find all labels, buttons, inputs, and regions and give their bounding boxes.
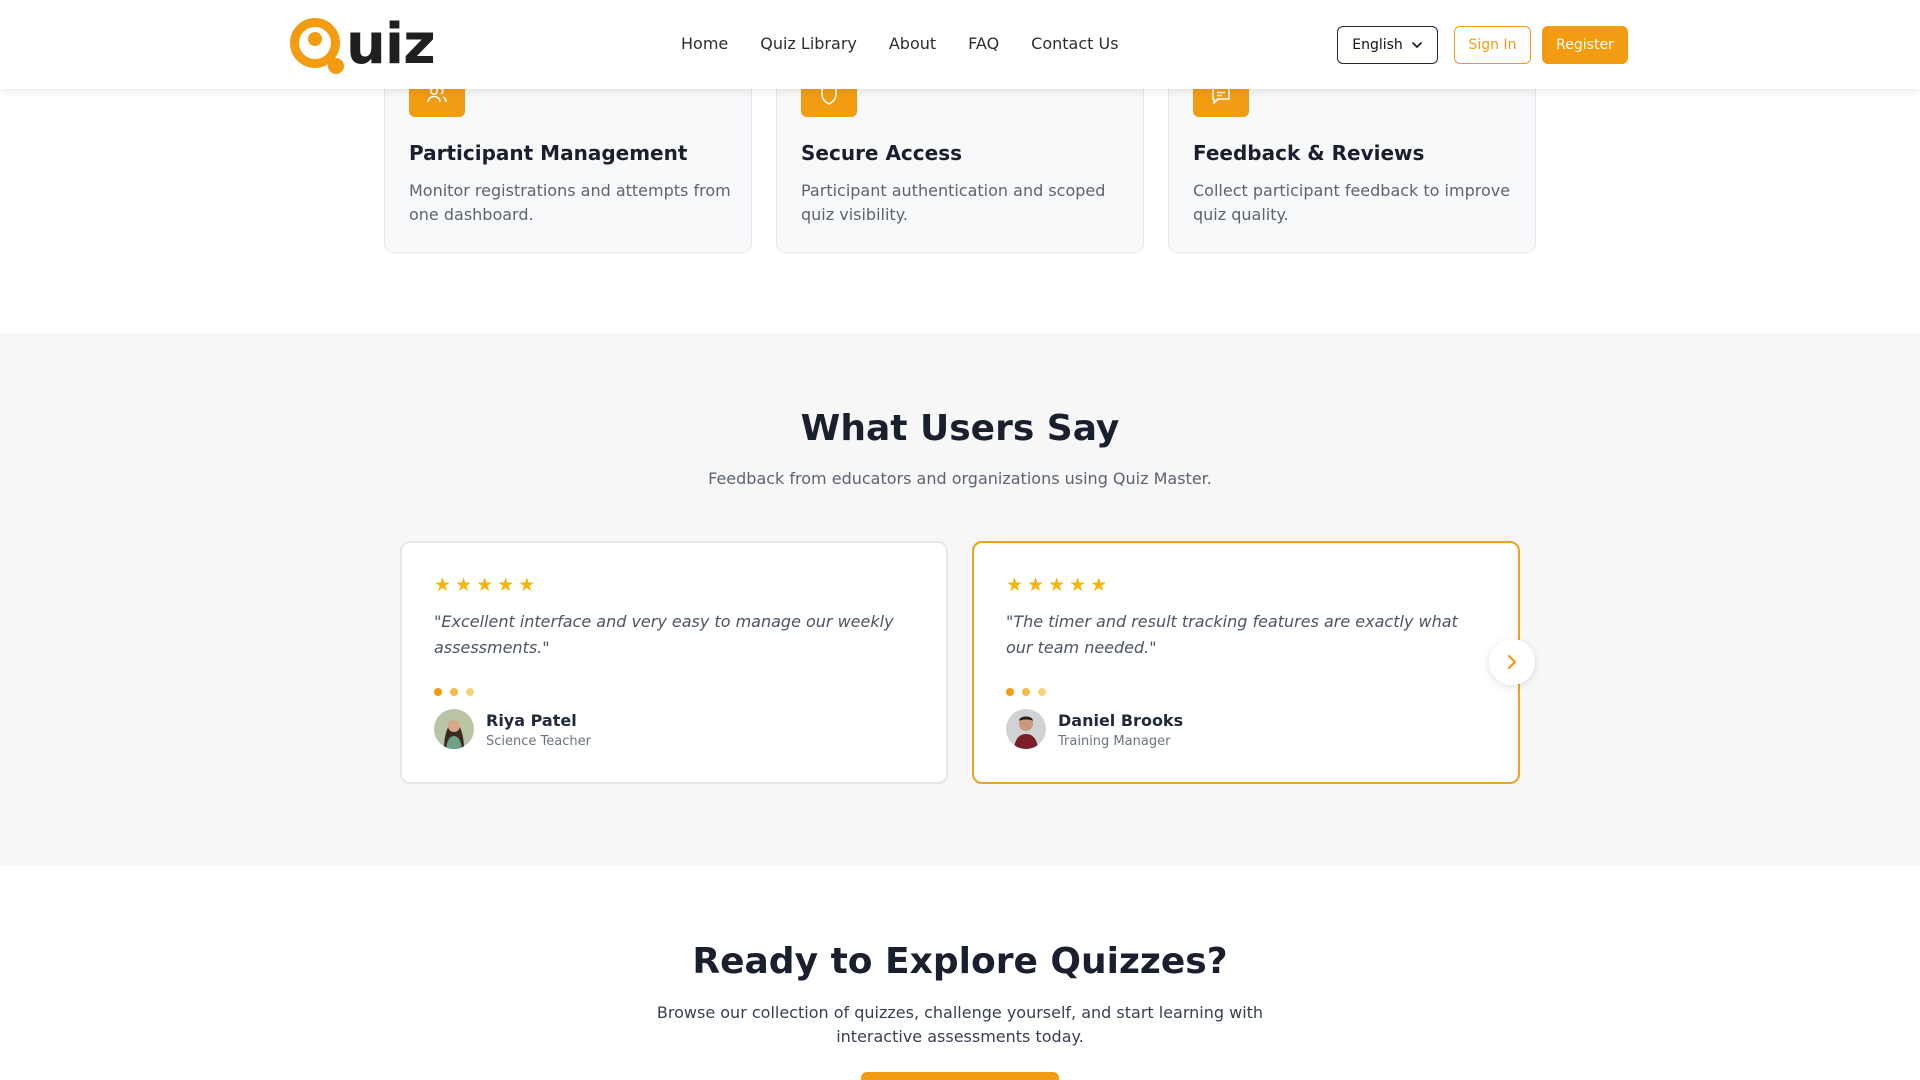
star-icon: ★ [497,574,515,596]
register-button[interactable]: Register [1542,26,1628,64]
feature-title: Secure Access [801,141,963,165]
author-role: Training Manager [1058,734,1171,749]
site-header: uiz Home Quiz Library About FAQ Contact … [0,0,1920,89]
star-icon: ★ [1069,574,1087,596]
testimonials-subtitle: Feedback from educators and organization… [708,469,1212,488]
feature-title: Feedback & Reviews [1193,141,1425,165]
feature-description: Monitor registrations and attempts from … [409,181,731,224]
dot [1038,688,1046,696]
testimonials-title: What Users Say [800,408,1120,449]
avatar [434,709,474,749]
author-name: Daniel Brooks [1058,711,1184,730]
cta-button[interactable] [861,1072,1059,1080]
star-icon: ★ [1090,574,1108,596]
carousel-next-button[interactable] [1489,639,1535,685]
testimonial-quote: "Excellent interface and very easy to ma… [434,612,894,657]
logo-q-icon [290,18,344,74]
feature-description: Collect participant feedback to improve … [1193,181,1511,224]
star-icon: ★ [1027,574,1045,596]
avatar [1006,709,1046,749]
cta-subtitle: Browse our collection of quizzes, challe… [656,1003,1264,1046]
nav-about[interactable]: About [889,30,936,58]
dot [450,688,458,696]
rating-stars: ★ ★ ★ ★ ★ [434,575,535,595]
language-select[interactable]: English [1337,26,1438,64]
dot [1006,688,1014,696]
chevron-down-icon [1411,42,1422,49]
star-icon: ★ [1006,574,1024,596]
star-icon: ★ [434,574,452,596]
language-label: English [1352,37,1403,53]
feature-description: Participant authentication and scoped qu… [801,181,1106,224]
star-icon: ★ [476,574,494,596]
feature-title: Participant Management [409,141,688,165]
nav-quiz-library[interactable]: Quiz Library [760,30,857,58]
chevron-right-icon [1507,654,1517,670]
decorative-dots [434,688,474,696]
quiz-logo[interactable]: uiz [290,12,436,77]
testimonial-card-active: ★ ★ ★ ★ ★ "The timer and result tracking… [972,541,1520,784]
main-nav: Home Quiz Library About FAQ Contact Us [681,30,1119,58]
testimonials-section: What Users Say Feedback from educators a… [0,333,1920,865]
star-icon: ★ [455,574,473,596]
author-name: Riya Patel [486,711,577,730]
nav-home[interactable]: Home [681,30,728,58]
logo-text: uiz [346,12,436,77]
decorative-dots [1006,688,1046,696]
dot [434,688,442,696]
nav-faq[interactable]: FAQ [968,30,999,58]
rating-stars: ★ ★ ★ ★ ★ [1006,575,1107,595]
author-role: Science Teacher [486,734,591,749]
testimonial-card: ★ ★ ★ ★ ★ "Excellent interface and very … [400,541,948,784]
star-icon: ★ [518,574,536,596]
dot [466,688,474,696]
dot [1022,688,1030,696]
testimonial-quote: "The timer and result tracking features … [1006,612,1458,657]
nav-contact-us[interactable]: Contact Us [1031,30,1118,58]
star-icon: ★ [1048,574,1066,596]
sign-in-button[interactable]: Sign In [1454,26,1531,64]
cta-title: Ready to Explore Quizzes? [692,941,1228,982]
